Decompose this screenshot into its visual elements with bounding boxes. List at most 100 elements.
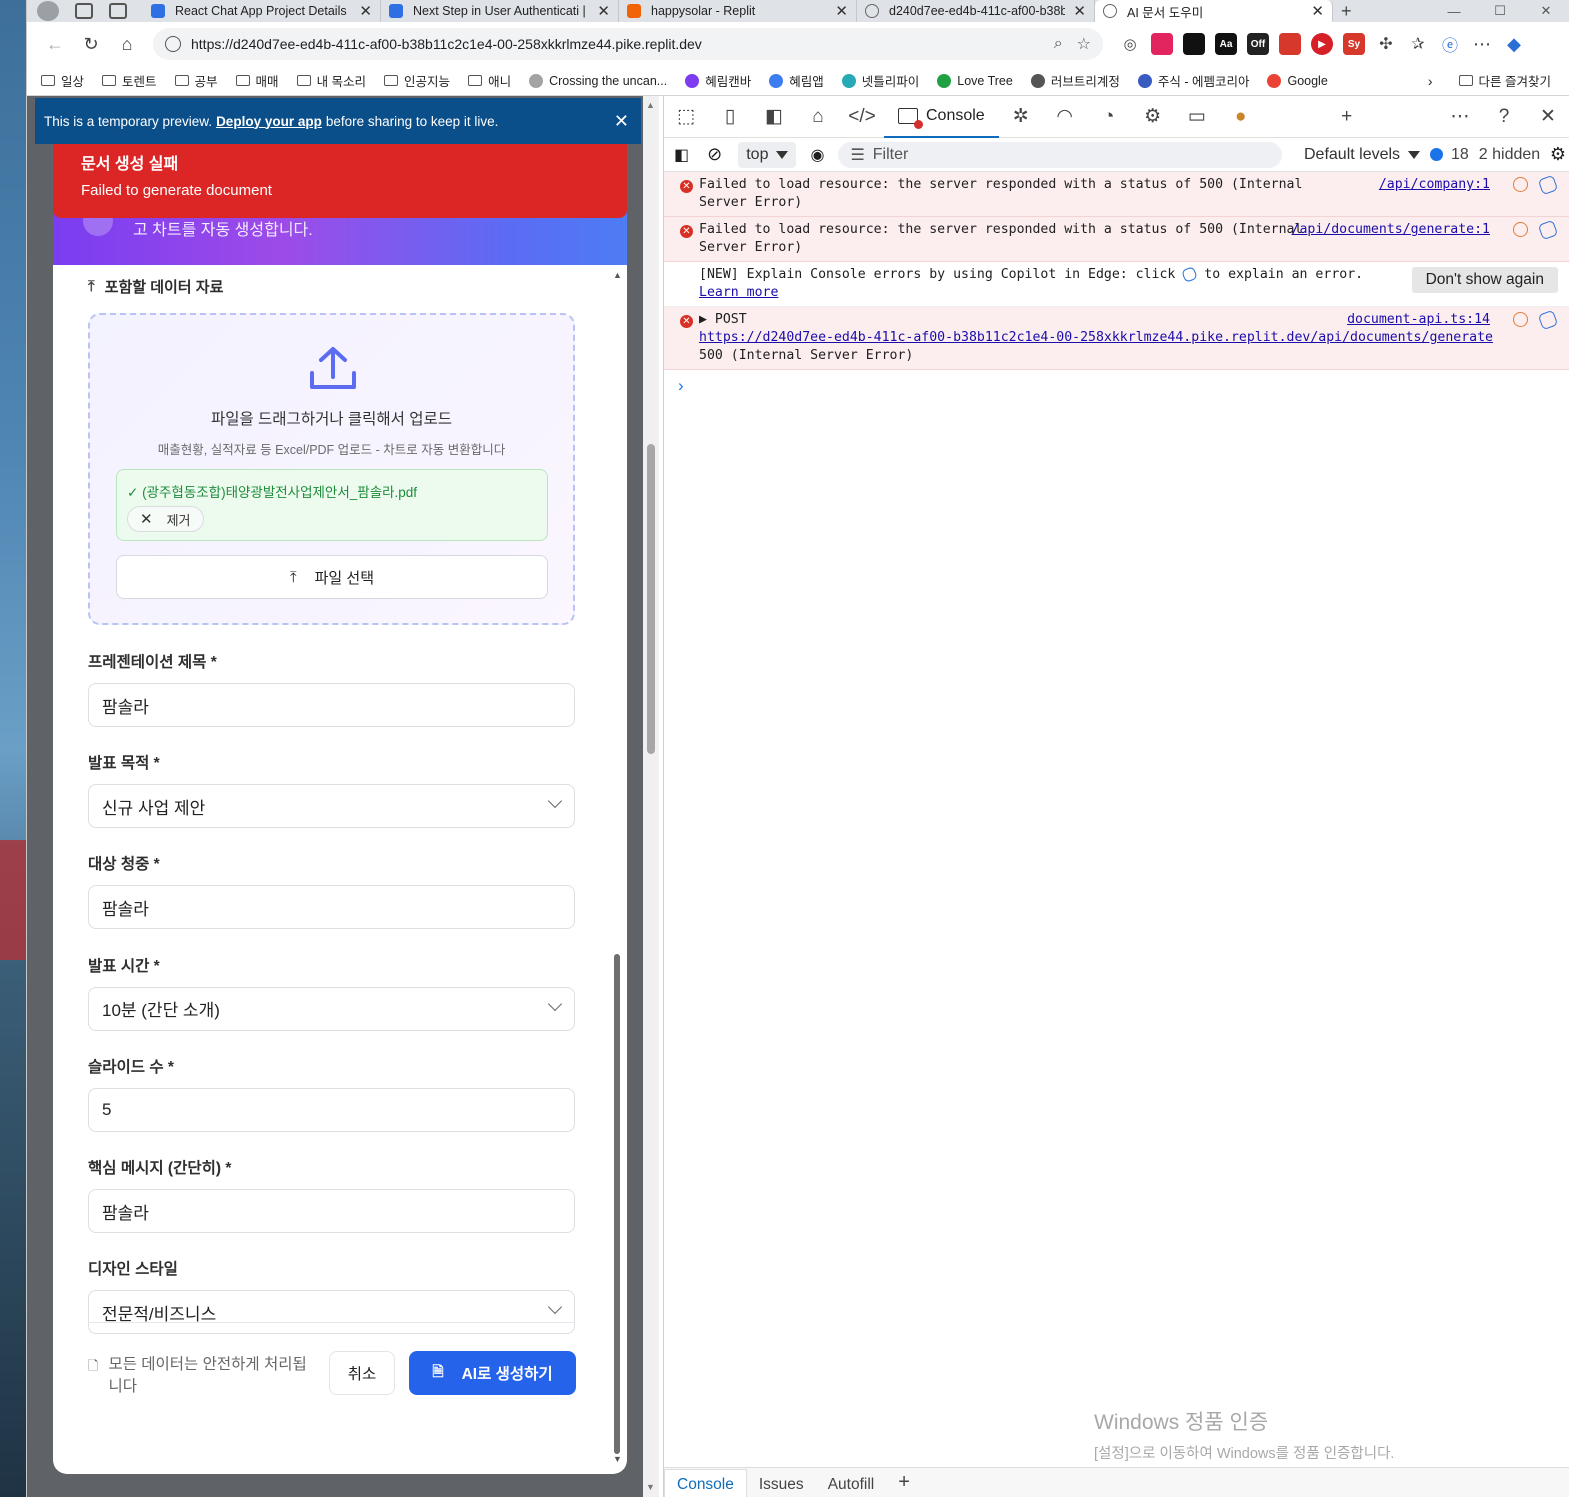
copilot-icon[interactable]: ◆: [1503, 29, 1525, 59]
close-banner-icon[interactable]: ✕: [614, 111, 629, 132]
log-levels-dropdown[interactable]: Default levels: [1304, 146, 1421, 164]
zoom-icon[interactable]: ⌕: [1054, 35, 1063, 53]
explain-info-icon[interactable]: [1513, 312, 1528, 327]
url-text[interactable]: https://d240d7ee-ed4b-411c-af00-b38b11c2…: [191, 36, 1040, 52]
bookmark-folder[interactable]: 토렌트: [102, 71, 157, 90]
close-tab-icon[interactable]: ✕: [1311, 2, 1324, 20]
extension-icon[interactable]: ▶: [1311, 33, 1333, 55]
tab-4-active[interactable]: AI 문서 도우미 ✕: [1095, 0, 1333, 22]
explain-info-icon[interactable]: [1513, 222, 1528, 237]
memory-chip-icon[interactable]: ⚙: [1131, 97, 1175, 137]
text-input[interactable]: 팜솔라: [88, 1189, 575, 1233]
bookmark-folder[interactable]: 일상: [41, 71, 84, 90]
console-settings-gear-icon[interactable]: ⚙: [1550, 144, 1566, 165]
close-tab-icon[interactable]: ✕: [359, 2, 372, 20]
expand-triangle-icon[interactable]: ▶: [699, 312, 715, 327]
extension-icon[interactable]: [1183, 33, 1205, 55]
tab-actions-icon[interactable]: [109, 3, 127, 19]
scroll-down-icon[interactable]: ▼: [613, 1454, 622, 1464]
extension-icon[interactable]: Off: [1247, 33, 1269, 55]
close-tab-icon[interactable]: ✕: [1073, 2, 1086, 20]
favorite-star-icon[interactable]: ☆: [1077, 34, 1091, 54]
refresh-icon[interactable]: ↻: [73, 29, 109, 59]
drawer-tab-console[interactable]: Console: [664, 1469, 747, 1497]
copilot-explain-icon[interactable]: [1537, 219, 1559, 241]
copilot-explain-icon[interactable]: [1537, 309, 1559, 331]
add-drawer-tab-icon[interactable]: +: [886, 1471, 922, 1497]
bookmark-link[interactable]: 러브트리계정: [1030, 71, 1120, 90]
more-options-icon[interactable]: ⋯: [1471, 29, 1493, 59]
error-source-link[interactable]: /api/documents/generate:1: [1292, 221, 1491, 239]
modal-scrollbar[interactable]: ▲ ▼: [613, 268, 623, 1468]
bookmark-link[interactable]: 혜림앱: [769, 71, 824, 90]
generate-ai-button[interactable]: 🗎 AI로 생성하기: [409, 1351, 576, 1395]
close-tab-icon[interactable]: ✕: [597, 2, 610, 20]
extension-icon[interactable]: [1151, 33, 1173, 55]
bookmark-folder[interactable]: 내 목소리: [296, 71, 366, 90]
bookmark-folder[interactable]: 매매: [235, 71, 279, 90]
post-url-link[interactable]: https://d240d7ee-ed4b-411c-af00-b38b11c2…: [699, 330, 1493, 345]
console-prompt-chevron-icon[interactable]: ›: [664, 370, 1569, 402]
bookmark-link[interactable]: 혜림캔바: [685, 71, 751, 90]
bookmark-link[interactable]: 주식 - 에펨코리아: [1137, 71, 1249, 90]
select-dropdown[interactable]: 10분 (간단 소개): [88, 986, 575, 1031]
bookmark-folder[interactable]: 인공지능: [384, 71, 450, 90]
text-input[interactable]: 5: [88, 1087, 575, 1132]
scroll-down-icon[interactable]: ▼: [646, 1482, 655, 1492]
close-tab-icon[interactable]: ✕: [835, 2, 848, 20]
copilot-explain-icon[interactable]: [1537, 174, 1559, 196]
elements-code-icon[interactable]: </>: [840, 97, 884, 137]
post-source-link[interactable]: document-api.ts:14: [1347, 311, 1490, 329]
console-filter-input[interactable]: ☰ Filter: [838, 141, 1283, 168]
modal-scroll-thumb[interactable]: [614, 954, 620, 1454]
learn-more-link[interactable]: Learn more: [699, 285, 778, 300]
tab-console[interactable]: Console: [884, 96, 999, 138]
live-expression-eye-icon[interactable]: ◉: [810, 145, 824, 165]
cancel-button[interactable]: 취소: [329, 1351, 395, 1395]
network-wifi-icon[interactable]: ◠: [1043, 97, 1087, 137]
site-info-icon[interactable]: [165, 36, 181, 52]
sidebar-toggle-icon[interactable]: ◧: [674, 145, 689, 165]
bookmark-link[interactable]: 넷틀리파이: [841, 71, 919, 90]
drawer-tab-autofill[interactable]: Autofill: [816, 1476, 887, 1497]
error-source-link[interactable]: /api/company:1: [1379, 176, 1490, 194]
back-arrow-icon[interactable]: ←: [37, 29, 73, 59]
error-toast[interactable]: 문서 생성 실패 Failed to generate document: [53, 138, 627, 218]
scroll-up-icon[interactable]: ▲: [613, 270, 622, 280]
dont-show-again-button[interactable]: Don't show again: [1411, 267, 1558, 293]
tracking-icon[interactable]: ◎: [1119, 29, 1141, 59]
choose-file-button[interactable]: ⤒ 파일 선택: [116, 555, 548, 599]
sources-bug-icon[interactable]: ✲: [999, 97, 1043, 137]
more-tools-icon[interactable]: ⋯: [1438, 97, 1482, 137]
address-bar[interactable]: https://d240d7ee-ed4b-411c-af00-b38b11c2…: [153, 28, 1103, 60]
minimize-icon[interactable]: —: [1431, 0, 1477, 22]
workspaces-icon[interactable]: [75, 3, 93, 19]
drawer-tab-issues[interactable]: Issues: [747, 1476, 816, 1497]
message-count[interactable]: 18 2 hidden: [1430, 146, 1540, 164]
extension-icon[interactable]: Aa: [1215, 33, 1237, 55]
inspect-element-icon[interactable]: ⬚: [664, 97, 708, 137]
help-icon[interactable]: ?: [1482, 97, 1526, 137]
bookmark-link[interactable]: Google: [1267, 73, 1328, 88]
maximize-icon[interactable]: ☐: [1477, 0, 1523, 22]
page-scroll-thumb[interactable]: [647, 444, 655, 754]
context-selector[interactable]: top: [738, 141, 797, 168]
select-dropdown[interactable]: 전문적/비즈니스: [88, 1290, 575, 1335]
extension-icon[interactable]: Sy: [1343, 33, 1365, 55]
remove-file-button[interactable]: ✕ 제거: [127, 506, 204, 532]
favorites-icon[interactable]: ✰: [1407, 29, 1429, 59]
tab-2[interactable]: happysolar - Replit ✕: [619, 0, 857, 22]
close-window-icon[interactable]: ✕: [1523, 0, 1569, 22]
tab-0[interactable]: React Chat App Project Details | G ✕: [143, 0, 381, 22]
device-emulation-icon[interactable]: ▯: [708, 97, 752, 137]
tab-1[interactable]: Next Step in User Authenticati | G ✕: [381, 0, 619, 22]
text-input[interactable]: 팜솔라: [88, 683, 575, 727]
bookmark-folder[interactable]: 공부: [174, 71, 218, 90]
bookmark-folder[interactable]: 애니: [468, 71, 511, 90]
file-dropzone[interactable]: 파일을 드래그하거나 클릭해서 업로드 매출현황, 실적자료 등 Excel/P…: [88, 313, 575, 625]
extensions-puzzle-icon[interactable]: ✣: [1375, 29, 1397, 59]
close-devtools-icon[interactable]: ✕: [1526, 97, 1569, 137]
home-icon[interactable]: ⌂: [109, 29, 145, 59]
select-dropdown[interactable]: 신규 사업 제안: [88, 784, 575, 829]
extension-icon[interactable]: [1279, 33, 1301, 55]
